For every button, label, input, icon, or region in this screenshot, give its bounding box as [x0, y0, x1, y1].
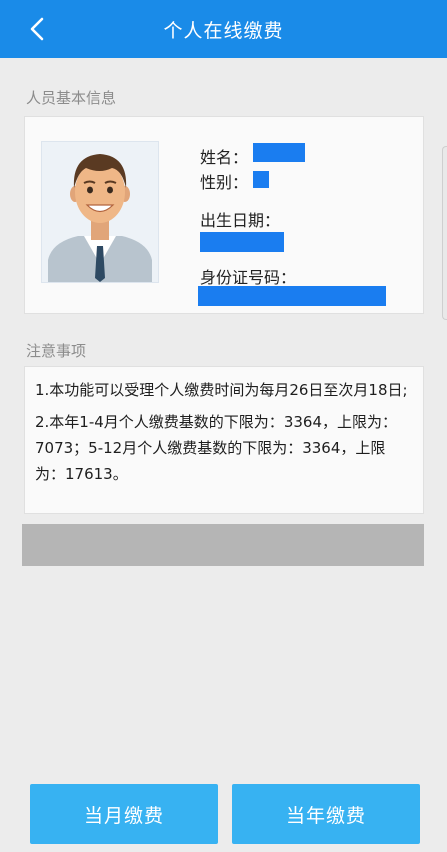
id-number-value-redacted — [198, 286, 386, 306]
birth-date-label: 出生日期： — [200, 211, 281, 230]
yearly-payment-button[interactable]: 当年缴费 — [232, 784, 420, 844]
notice-item-2: 2.本年1-4月个人缴费基数的下限为：3364，上限为：7073；5-12月个人… — [35, 413, 397, 483]
page-title: 个人在线缴费 — [163, 19, 284, 42]
monthly-payment-button[interactable]: 当月缴费 — [30, 784, 218, 844]
app-header: 个人在线缴费 — [0, 0, 447, 58]
chevron-left-icon — [30, 17, 44, 41]
birth-date-value-redacted — [200, 232, 284, 252]
basic-info-section-label: 人员基本信息 — [26, 89, 117, 107]
notice-section-label: 注意事项 — [26, 342, 87, 360]
back-button[interactable] — [22, 14, 52, 44]
gender-label: 性别： — [200, 173, 249, 192]
gender-value-redacted — [253, 171, 269, 188]
name-value-redacted — [253, 143, 305, 162]
side-edge-mark — [442, 146, 447, 320]
notice-item-1: 1.本功能可以受理个人缴费时间为每月26日至次月18日; — [35, 381, 408, 399]
notice-card: 1.本功能可以受理个人缴费时间为每月26日至次月18日; 2.本年1-4月个人缴… — [24, 366, 424, 514]
placeholder-bar — [22, 524, 424, 566]
id-number-label: 身份证号码： — [200, 268, 297, 287]
user-avatar-icon — [42, 142, 158, 282]
name-label: 姓名： — [200, 148, 249, 167]
